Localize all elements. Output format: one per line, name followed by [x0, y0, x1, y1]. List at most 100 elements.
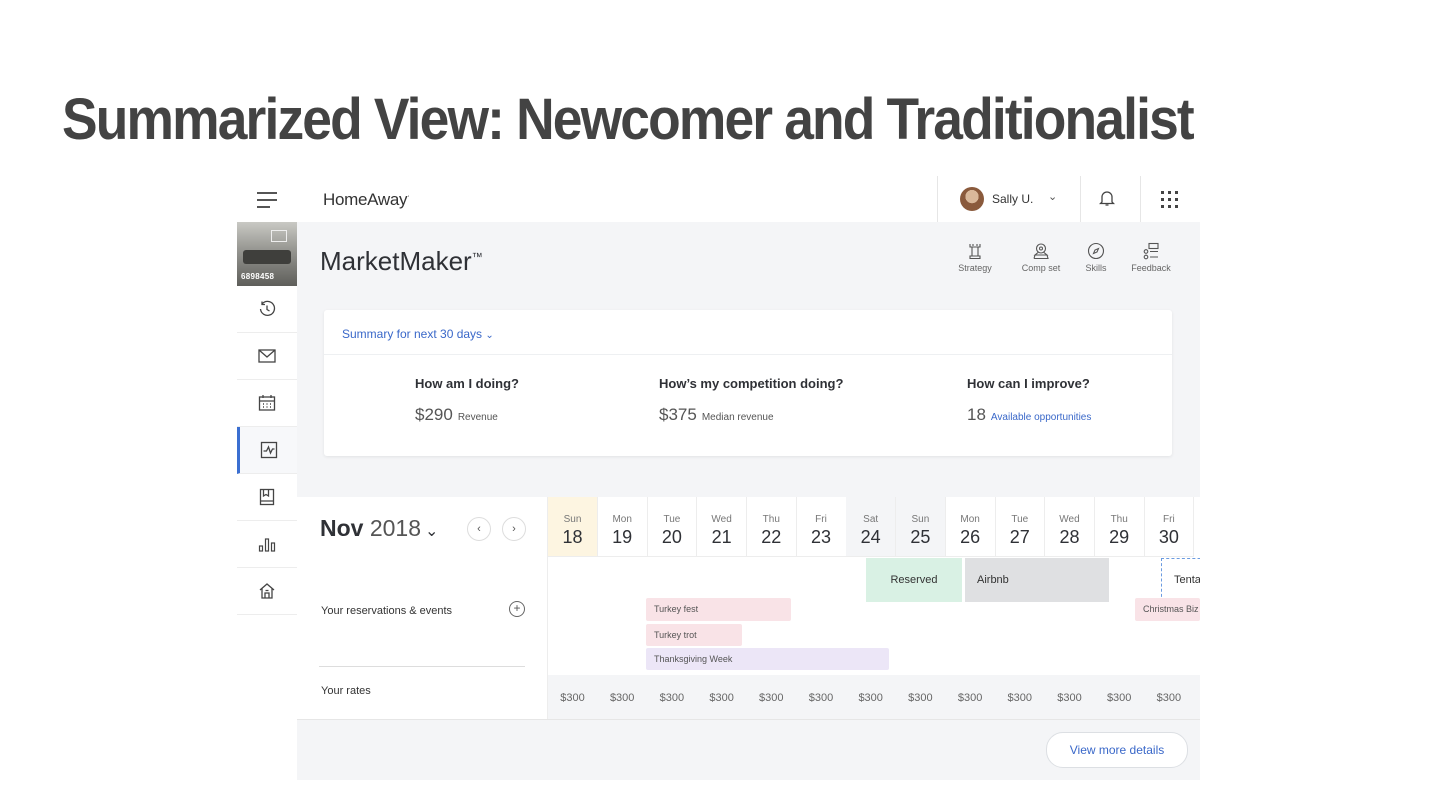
day-header[interactable]: Thu 22 — [746, 497, 797, 557]
calendar-row-labels: Nov 2018 ⌄ ‹ › Your reservations & events… — [297, 497, 548, 719]
app-window: HomeAway· Sally U. ⌄ 6898458 MarketMaker… — [237, 176, 1200, 780]
add-event-button[interactable]: + — [509, 601, 525, 617]
metric-value-row: 18 Available opportunities — [967, 405, 1091, 425]
sidebar-item-inbox[interactable] — [237, 333, 297, 380]
rate-cell[interactable]: $300 — [896, 677, 945, 719]
sidebar-item-performance[interactable] — [237, 521, 297, 568]
day-of-week: Wed — [711, 514, 732, 525]
sidebar-item-history[interactable] — [237, 286, 297, 333]
calendar-footer: View more details — [297, 719, 1200, 780]
booking-reserved[interactable]: Reserved — [866, 558, 962, 602]
day-header[interactable]: Tue 20 — [647, 497, 698, 557]
sidebar-item-calendar[interactable] — [237, 380, 297, 427]
day-header[interactable]: Fri 30 — [1144, 497, 1195, 557]
bell-icon[interactable] — [1098, 189, 1116, 212]
strategy-tool[interactable]: Strategy — [950, 242, 1000, 273]
menu-icon[interactable] — [257, 192, 277, 213]
day-of-week: Thu — [762, 514, 780, 525]
user-name[interactable]: Sally U. — [992, 192, 1033, 206]
chevron-down-icon: ⌄ — [485, 330, 494, 341]
rate-cell[interactable]: $300 — [697, 677, 746, 719]
rate-cell[interactable]: $300 — [598, 677, 647, 719]
sidebar-item-property[interactable] — [237, 568, 297, 615]
rate-cell[interactable]: $300 — [647, 677, 696, 719]
metric-value-row: $290 Revenue — [415, 405, 519, 425]
rates-label: Your rates — [321, 685, 371, 697]
summary-range-dropdown[interactable]: Summary for next 30 days ⌄ — [342, 327, 494, 341]
slide-title: Summarized View: Newcomer and Traditiona… — [62, 87, 1195, 152]
day-of-month: 21 — [711, 527, 732, 547]
divider — [319, 666, 525, 667]
calendar-panel: Nov 2018 ⌄ ‹ › Your reservations & events… — [297, 497, 1200, 780]
listing-thumbnail[interactable]: 6898458 — [237, 222, 297, 286]
rate-cell[interactable]: $300 — [1045, 677, 1094, 719]
day-header[interactable]: Fri 23 — [796, 497, 847, 557]
calendar-icon — [258, 395, 276, 411]
metric-label: Revenue — [457, 412, 498, 423]
day-of-week: Fri — [815, 514, 827, 525]
day-header[interactable]: Thu 29 — [1094, 497, 1145, 557]
divider — [1140, 176, 1141, 222]
day-of-month: 25 — [910, 527, 931, 547]
rate-cell[interactable]: $300 — [846, 677, 895, 719]
opportunities-link[interactable]: Available opportunities — [991, 412, 1091, 423]
month-selector[interactable]: Nov 2018 ⌄ — [320, 515, 438, 542]
day-of-week: Fri — [1163, 514, 1175, 525]
view-more-details-button[interactable]: View more details — [1046, 732, 1188, 768]
listing-id: 6898458 — [241, 272, 275, 281]
next-month-button[interactable]: › — [502, 517, 526, 541]
day-of-month: 19 — [612, 527, 633, 547]
booking-tentative[interactable]: Tenta — [1161, 558, 1200, 602]
day-of-month: 28 — [1059, 527, 1080, 547]
metric-question: How can I improve? — [967, 376, 1090, 391]
day-header[interactable]: Wed 21 — [697, 497, 748, 557]
sidebar-item-marketmaker[interactable] — [237, 427, 297, 474]
brand-logo[interactable]: HomeAway· — [323, 190, 410, 210]
day-header[interactable]: Sun 18 — [548, 497, 598, 557]
event-christmas-bazaar[interactable]: Christmas Biz — [1135, 598, 1200, 621]
metric-question: How am I doing? — [415, 376, 519, 391]
rate-cell[interactable]: $300 — [1144, 677, 1193, 719]
day-header[interactable]: Wed 28 — [1045, 497, 1095, 557]
metric-competition: How’s my competition doing? $375 Median r… — [659, 376, 843, 425]
day-of-month: 27 — [1009, 527, 1030, 547]
skills-tool[interactable]: Skills — [1081, 242, 1111, 273]
metric-value-row: $375 Median revenue — [659, 405, 843, 425]
event-turkey-trot[interactable]: Turkey trot — [646, 624, 742, 646]
metric-value: 18 — [967, 405, 986, 424]
prev-month-button[interactable]: ‹ — [467, 517, 491, 541]
day-of-week: Sat — [863, 514, 879, 525]
guidebook-icon — [259, 488, 275, 506]
metric-question: How’s my competition doing? — [659, 376, 844, 391]
day-of-week: Sun — [911, 514, 930, 525]
day-header[interactable]: Sun 25 — [895, 497, 946, 557]
rate-cell[interactable]: $300 — [946, 677, 995, 719]
comp-set-tool[interactable]: Comp set — [1015, 242, 1067, 273]
chevron-down-icon[interactable]: ⌄ — [1048, 190, 1057, 203]
day-header[interactable]: Mon 26 — [945, 497, 996, 557]
day-header[interactable]: Tue 27 — [995, 497, 1046, 557]
reservations-label: Your reservations & events — [321, 605, 453, 617]
apps-grid-icon[interactable] — [1161, 191, 1178, 208]
day-header[interactable]: Sat 24 — [846, 497, 897, 557]
rate-cell[interactable]: $300 — [1095, 677, 1144, 719]
sidebar-item-guidebook[interactable] — [237, 474, 297, 521]
metric-value: $375 — [659, 405, 697, 424]
event-thanksgiving-week[interactable]: Thanksgiving Week — [646, 648, 889, 670]
metric-value: $290 — [415, 405, 453, 424]
home-icon — [259, 583, 275, 599]
main-content: MarketMaker™ Strategy Comp set Skills Fe… — [297, 222, 1200, 780]
bar-chart-icon — [258, 538, 276, 552]
event-turkey-fest[interactable]: Turkey fest — [646, 598, 791, 621]
rate-cell[interactable]: $300 — [548, 677, 597, 719]
avatar[interactable] — [960, 187, 984, 211]
rate-cell[interactable]: $300 — [797, 677, 846, 719]
day-of-month: 20 — [661, 527, 682, 547]
rate-cell[interactable]: $300 — [747, 677, 796, 719]
feedback-tool[interactable]: Feedback — [1128, 242, 1174, 273]
day-of-month: 24 — [860, 527, 881, 547]
day-header[interactable]: Mon 19 — [597, 497, 648, 557]
day-of-week: Tue — [1011, 514, 1029, 525]
rate-cell[interactable]: $300 — [995, 677, 1044, 719]
booking-airbnb[interactable]: Airbnb — [965, 558, 1109, 602]
